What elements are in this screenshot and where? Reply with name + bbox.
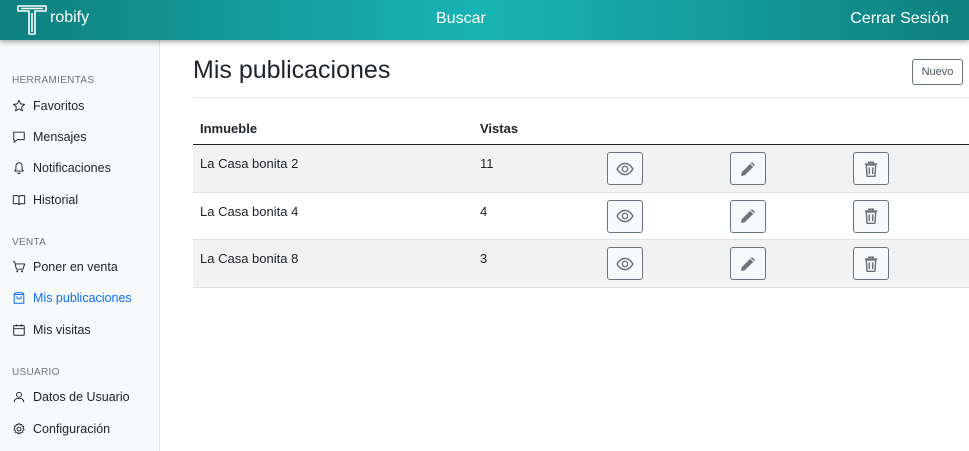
sidebar-item-label: Mis visitas [33, 323, 91, 337]
cell-vistas: 11 [480, 156, 494, 171]
top-navbar: robify Buscar Cerrar Sesión [0, 0, 969, 40]
new-button[interactable]: Nuevo [912, 59, 963, 85]
main-content: Mis publicaciones Nuevo Inmueble Vistas … [193, 40, 969, 451]
pencil-icon [741, 209, 755, 223]
bag-icon [13, 292, 25, 304]
sidebar-item-label: Mensajes [33, 130, 87, 144]
sidebar-item-configuracion[interactable]: Configuración [12, 418, 110, 440]
trash-icon [864, 208, 878, 225]
sidebar-item-mensajes[interactable]: Mensajes [12, 126, 87, 148]
delete-button[interactable] [853, 247, 889, 280]
brand-text: robify [50, 9, 90, 26]
sidebar-item-notificaciones[interactable]: Notificaciones [12, 157, 111, 179]
sidebar-item-datos-de-usuario[interactable]: Datos de Usuario [12, 386, 130, 408]
trash-icon [864, 161, 878, 177]
sidebar-item-label: Notificaciones [33, 161, 111, 175]
sidebar-item-historial[interactable]: Historial [12, 189, 78, 211]
search-link[interactable]: Buscar [436, 10, 486, 28]
gear-icon [13, 422, 25, 435]
sidebar-item-mis-visitas[interactable]: Mis visitas [12, 319, 91, 341]
sidebar-item-label: Poner en venta [33, 260, 118, 274]
view-button[interactable] [607, 199, 643, 233]
view-button[interactable] [607, 152, 643, 185]
eye-icon [616, 209, 634, 223]
sidebar-item-poner-en-venta[interactable]: Poner en venta [12, 256, 118, 278]
eye-icon [616, 257, 634, 270]
sidebar-item-favoritos[interactable]: Favoritos [12, 95, 84, 117]
trash-icon [864, 256, 878, 272]
sidebar-item-mis-publicaciones[interactable]: Mis publicaciones [12, 287, 132, 309]
cell-vistas: 4 [480, 203, 488, 219]
sidebar-item-label: Historial [33, 193, 79, 207]
sidebar-item-label: Mis publicaciones [33, 291, 132, 305]
view-button[interactable] [607, 247, 643, 280]
cell-vistas: 3 [480, 251, 488, 266]
sidebar-item-label: Configuración [33, 422, 111, 436]
delete-button[interactable] [853, 199, 889, 233]
logout-link[interactable]: Cerrar Sesión [850, 10, 949, 28]
cell-inmueble: La Casa bonita 8 [200, 251, 299, 266]
pencil-icon [741, 161, 755, 176]
table-row: La Casa bonita 2 11 [193, 145, 969, 193]
column-header-vistas: Vistas [480, 121, 519, 136]
eye-icon [616, 162, 634, 175]
divider [193, 97, 969, 98]
table-row: La Casa bonita 4 4 [193, 193, 969, 240]
sidebar-item-label: Datos de Usuario [33, 390, 130, 404]
brand-logo[interactable]: robify [16, 3, 89, 37]
table-header: Inmueble Vistas [193, 110, 969, 145]
logo-icon [17, 5, 47, 35]
edit-button[interactable] [730, 247, 766, 280]
table-row: La Casa bonita 8 3 [193, 240, 969, 288]
cart-icon [12, 261, 26, 273]
pencil-icon [741, 256, 755, 271]
column-header-inmueble: Inmueble [200, 121, 258, 136]
message-icon [13, 131, 25, 143]
cell-inmueble: La Casa bonita 4 [200, 203, 299, 219]
sidebar-heading-venta: VENTA [12, 237, 47, 248]
edit-button[interactable] [730, 152, 766, 185]
sidebar-heading-usuario: USUARIO [12, 367, 60, 378]
sidebar: HERRAMIENTAS Favoritos Mensajes Notifica… [0, 40, 160, 451]
book-icon [12, 195, 26, 206]
star-icon [13, 99, 25, 112]
cell-inmueble: La Casa bonita 2 [200, 156, 299, 171]
page-title: Mis publicaciones [193, 56, 391, 84]
bell-icon [14, 162, 24, 175]
sidebar-heading-herramientas: HERRAMIENTAS [12, 75, 95, 86]
delete-button[interactable] [853, 152, 889, 185]
calendar-icon [13, 324, 25, 336]
edit-button[interactable] [730, 199, 766, 233]
user-icon [13, 391, 25, 403]
sidebar-item-label: Favoritos [33, 99, 85, 113]
publications-table: Inmueble Vistas La Casa bonita 2 11 La C… [193, 110, 969, 288]
